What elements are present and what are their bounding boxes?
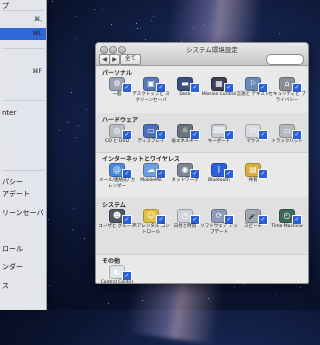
pane-label: CD と DVD: [105, 139, 129, 144]
pref-pane[interactable]: ▬ ✓ Dock: [168, 77, 202, 111]
menu-separator: [2, 170, 44, 171]
pref-section: その他 ◐ ✓ Control Center: [96, 254, 308, 284]
pane-label: 一般: [112, 92, 122, 97]
pref-pane[interactable]: ◐ ✓ Control Center: [100, 265, 134, 284]
zoom-button[interactable]: [118, 46, 126, 54]
menu-item[interactable]: アデート: [0, 188, 46, 200]
section-title: その他: [102, 258, 121, 265]
pref-pane[interactable]: ◴ ✓ Time Machine: [270, 209, 304, 243]
menu-separator: [2, 100, 44, 101]
pane-label: ネットワーク: [171, 178, 199, 183]
pane-label: 日付と時刻: [173, 224, 197, 229]
pref-pane[interactable]: ⚙ ✓ 一般: [100, 77, 134, 111]
minimize-button[interactable]: [109, 46, 117, 54]
pane-label: 言語と テキスト: [236, 92, 270, 97]
pane-label: トラックパッド: [271, 139, 303, 144]
pref-pane[interactable]: ◉ ✓ ネットワーク: [168, 163, 202, 197]
pane-label: セキュリティと プライバシー: [268, 92, 306, 103]
menu-separator: [2, 48, 44, 49]
pane-label: キーボード: [207, 139, 231, 144]
pref-pane[interactable]: ☁ ✓ MobileMe: [134, 163, 168, 197]
close-button[interactable]: [100, 46, 108, 54]
system-preferences-window: システム環境設定 ◀ ▶ 全て パーソナル ⚙ ✓ 一般 ▣ ✓ デスクトップと スクリーン…: [95, 42, 309, 284]
menu-item-label: ス: [2, 282, 9, 290]
menu-item-shortcut: ⌘L: [32, 30, 42, 37]
menu-item-label: ロール: [2, 245, 23, 253]
menu-item[interactable]: ⌘,: [0, 14, 46, 26]
pane-label: デスクトップと スクリーンセーバ: [132, 92, 170, 103]
pane-label: Control Center: [100, 280, 134, 284]
menu-item[interactable]: ⌘L: [0, 28, 46, 40]
pref-pane[interactable]: ⟳ ✓ ソフトウェア アップデート: [200, 209, 238, 243]
pane-label: 省エネルギー: [171, 139, 199, 144]
pref-pane[interactable]: @ ✓ メール/連絡先/ カレンダー: [99, 163, 135, 197]
pane-label: ディスプレイ: [137, 139, 165, 144]
window-title: システム環境設定: [186, 46, 238, 54]
pref-pane[interactable]: 🎤 ✓ スピーチ: [236, 209, 270, 243]
window-titlebar: システム環境設定 ◀ ▶ 全て: [96, 43, 308, 66]
section-title: システム: [102, 202, 126, 209]
pref-pane[interactable]: ☺ ✓ ペアレンタル コントロール: [132, 209, 170, 243]
pref-pane[interactable]: ▤ ✓ 共有: [236, 163, 270, 197]
section-title: インターネットとワイヤレス: [102, 156, 180, 163]
menu-item[interactable]: ンダー: [0, 261, 46, 273]
pane-label: マウス: [246, 139, 260, 144]
menu-item-label: アデート: [2, 190, 30, 198]
pane-label: MobileMe: [140, 178, 162, 183]
menu-separator: [2, 10, 44, 11]
pref-pane[interactable]: ☻ ✓ ユーザと グループ: [98, 209, 136, 243]
pref-pane[interactable]: ▣ ✓ デスクトップと スクリーンセーバ: [132, 77, 170, 111]
pref-section: インターネットとワイヤレス @ ✓ メール/連絡先/ カレンダー ☁ ✓ MobileMe ◉…: [96, 152, 308, 199]
menu-item-label: パシー: [2, 178, 23, 186]
pane-label: ペアレンタル コントロール: [132, 224, 170, 235]
pane-label: メール/連絡先/ カレンダー: [99, 178, 135, 189]
pref-section: ハードウェア ◎ ✓ CD と DVD ▭ ✓ ディスプレイ ☼ ✓ 省エネルギー ⌨ ✓ キーボード ⬭…: [96, 113, 308, 153]
menu-item-shortcut: ⌘F: [32, 68, 42, 75]
pane-label: Time Machine: [271, 224, 303, 229]
menu-item[interactable]: ス: [0, 280, 46, 292]
menu-item[interactable]: リーンセーバ: [0, 207, 46, 219]
dropdown-menu: プ ⌘, ⌘L ⌘F nter パシー アデート リーンセーバ ロール ンダース: [0, 0, 47, 310]
pref-pane[interactable]: ᛒ ✓ Bluetooth: [202, 163, 236, 197]
show-all-button[interactable]: 全て: [120, 54, 142, 65]
menu-item-label: nter: [2, 109, 17, 117]
section-title: パーソナル: [102, 70, 133, 77]
menu-item[interactable]: パシー: [0, 176, 46, 188]
menu-item[interactable]: ⌘F: [0, 66, 46, 78]
pref-section: パーソナル ⚙ ✓ 一般 ▣ ✓ デスクトップと スクリーンセーバ ▬ ✓ Dock ▦ ✓ Missi…: [96, 66, 308, 114]
pref-pane[interactable]: ⌂ ✓ セキュリティと プライバシー: [268, 77, 306, 111]
pane-label: ソフトウェア アップデート: [200, 224, 238, 235]
pane-label: スピーチ: [244, 224, 262, 229]
forward-button[interactable]: ▶: [109, 54, 120, 65]
pane-label: Mission Control: [201, 92, 237, 97]
menu-item[interactable]: nter: [0, 107, 46, 119]
menu-item-shortcut: ⌘,: [34, 16, 42, 23]
menu-item-label: ンダー: [2, 263, 23, 271]
pref-pane[interactable]: ◷ ✓ 日付と時刻: [168, 209, 202, 243]
search-input[interactable]: [266, 54, 304, 65]
pane-label: 共有: [248, 178, 258, 183]
pref-section: システム ☻ ✓ ユーザと グループ ☺ ✓ ペアレンタル コントロール ◷ ✓ 日付と時刻 ⟳ ✓ ソ…: [96, 198, 308, 255]
menu-item[interactable]: ロール: [0, 243, 46, 255]
pref-pane[interactable]: ▦ ✓ Mission Control: [202, 77, 236, 111]
section-title: ハードウェア: [102, 117, 139, 124]
pref-pane[interactable]: ⚐ ✓ 言語と テキスト: [236, 77, 270, 111]
pane-label: Bluetooth: [208, 178, 230, 183]
pane-label: Dock: [179, 92, 191, 97]
menu-item-label: リーンセーバ: [2, 209, 44, 217]
pane-label: ユーザと グループ: [98, 224, 136, 229]
